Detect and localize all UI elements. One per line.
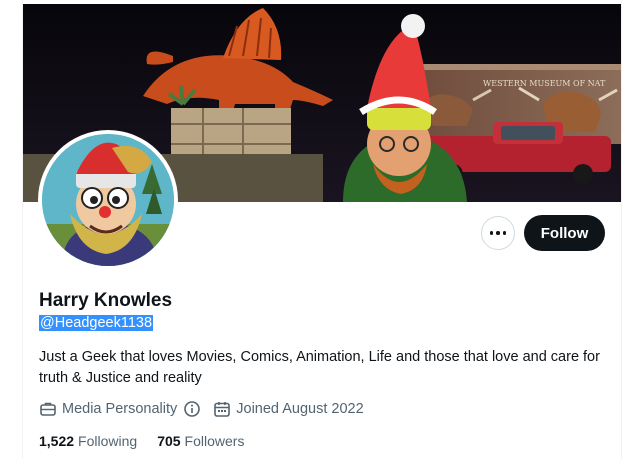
banner-sign-text: WESTERN MUSEUM OF NAT bbox=[483, 79, 606, 88]
avatar-frame[interactable] bbox=[38, 130, 178, 270]
info-circle-icon[interactable] bbox=[183, 400, 201, 418]
followers-link[interactable]: 705 Followers bbox=[157, 433, 244, 449]
avatar[interactable] bbox=[42, 134, 174, 266]
more-dots-icon bbox=[489, 231, 507, 235]
profile-card: WESTERN MUSEUM OF NAT Follow Harry Knowl… bbox=[22, 0, 622, 459]
category-item: Media Personality bbox=[39, 400, 201, 418]
briefcase-icon bbox=[40, 402, 56, 416]
user-handle: @Headgeek1138 bbox=[39, 315, 154, 331]
joined-item: Joined August 2022 bbox=[213, 400, 364, 418]
followers-count: 705 bbox=[157, 433, 181, 449]
follow-stats: 1,522 Following 705 Followers bbox=[39, 433, 244, 449]
display-name: Harry Knowles bbox=[39, 290, 173, 311]
profile-bio: Just a Geek that loves Movies, Comics, A… bbox=[39, 349, 600, 386]
calendar-icon bbox=[214, 402, 231, 417]
handle-text: @Headgeek1138 bbox=[39, 315, 154, 331]
joined-text: Joined August 2022 bbox=[236, 401, 364, 417]
following-count: 1,522 bbox=[39, 433, 75, 449]
followers-label: Followers bbox=[184, 433, 245, 449]
avatar-illustration bbox=[42, 134, 174, 266]
follow-button[interactable]: Follow bbox=[524, 215, 605, 251]
category-text: Media Personality bbox=[62, 401, 178, 417]
profile-meta: Media Personality Joined August 2022 bbox=[39, 400, 364, 418]
more-options-button[interactable] bbox=[481, 216, 515, 250]
following-link[interactable]: 1,522 Following bbox=[39, 433, 137, 449]
following-label: Following bbox=[78, 433, 138, 449]
